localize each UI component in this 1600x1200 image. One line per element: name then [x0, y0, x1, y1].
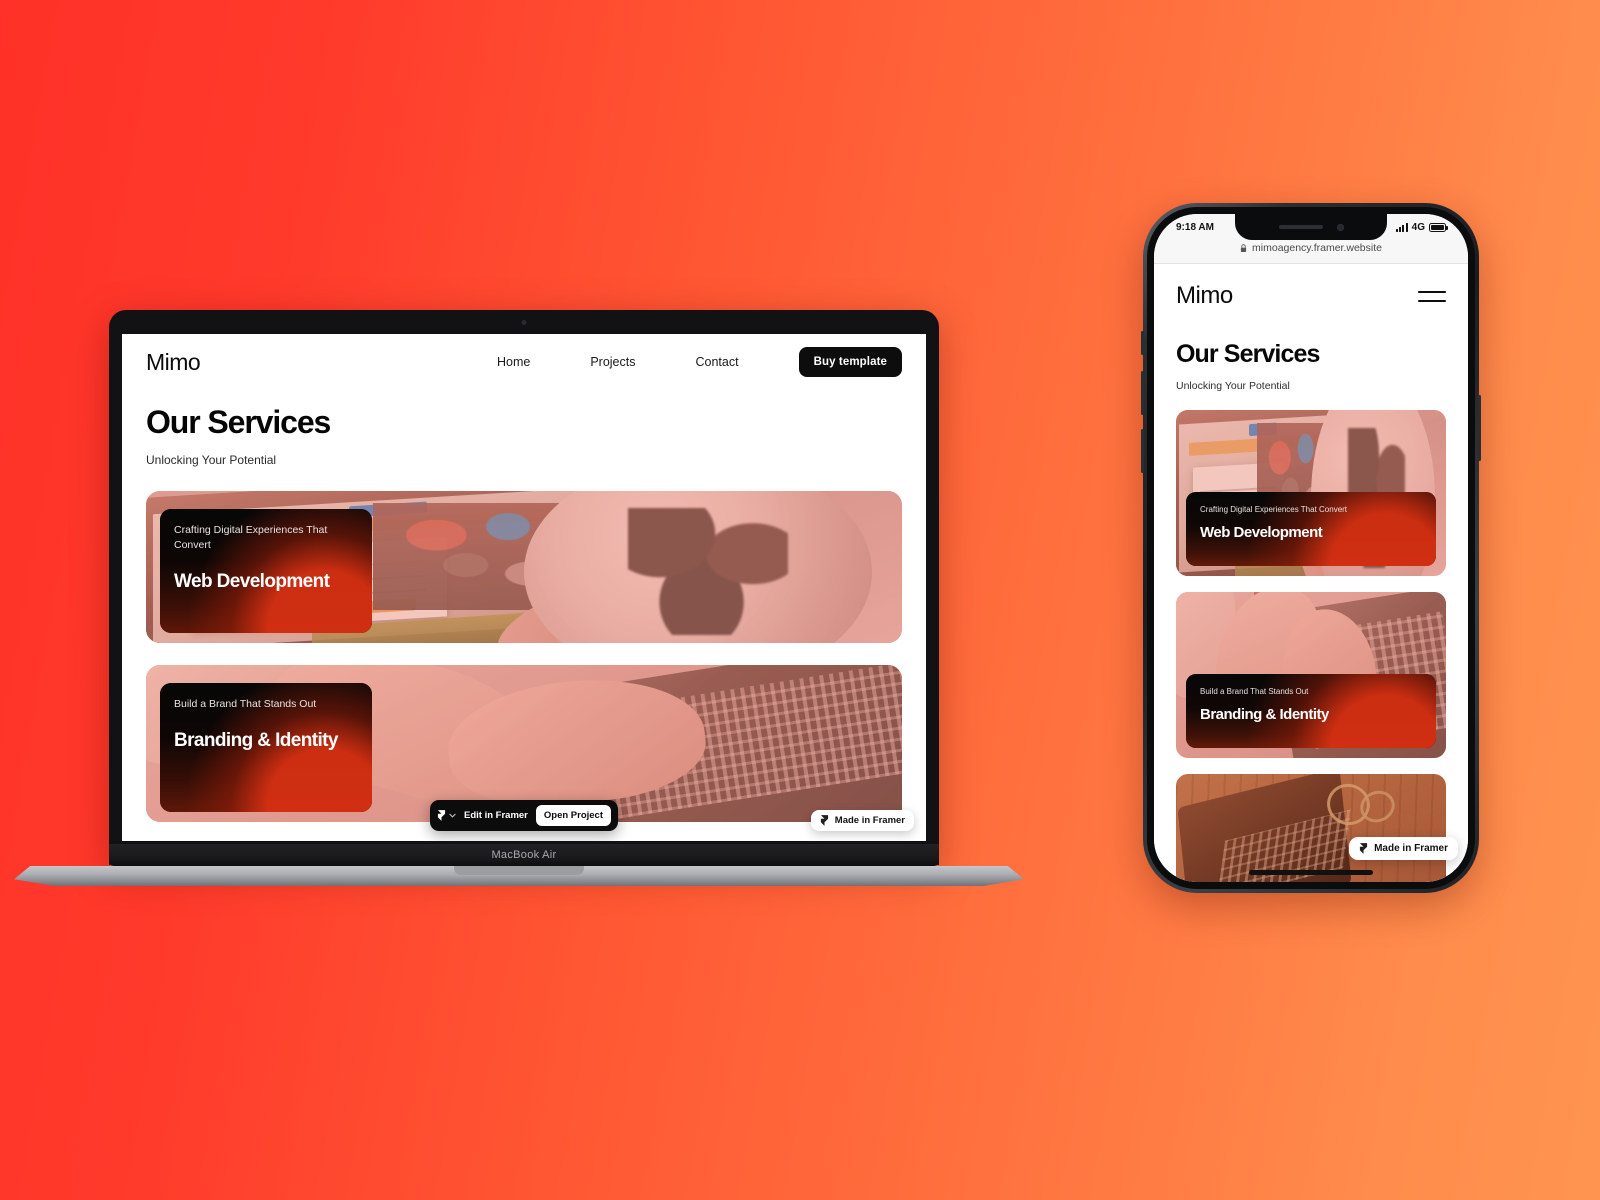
phone-notch [1235, 214, 1387, 240]
service-card-branding-identity[interactable]: Build a Brand That Stands Out Branding &… [146, 665, 902, 822]
nav-item-home[interactable]: Home [497, 355, 530, 369]
mobile-page-header: Our Services Unlocking Your Potential [1154, 310, 1468, 392]
card-overlay: Crafting Digital Experiences That Conver… [1186, 492, 1436, 566]
framer-logo-group[interactable] [437, 810, 456, 821]
card-overlay: Crafting Digital Experiences That Conver… [160, 509, 372, 633]
card-eyebrow: Build a Brand That Stands Out [1200, 687, 1309, 696]
network-type-label: 4G [1411, 221, 1425, 233]
mobile-navbar: Mimo [1154, 264, 1468, 310]
nav-item-contact[interactable]: Contact [695, 355, 738, 369]
page-title: Our Services [146, 404, 331, 440]
mobile-website: Mimo Our Services Unlocking Your Potenti… [1154, 264, 1468, 882]
framer-logo-icon [1359, 843, 1368, 854]
service-card-web-development[interactable]: Crafting Digital Experiences That Conver… [1176, 410, 1446, 576]
phone-screen: 9:18 AM 4G mimoagency.framer.website Mim… [1154, 214, 1468, 882]
nav-links: Home Projects Contact Buy template [497, 347, 902, 377]
edit-in-framer-label[interactable]: Edit in Framer [464, 810, 528, 821]
card-overlay: Build a Brand That Stands Out Branding &… [1186, 674, 1436, 748]
site-logo[interactable]: Mimo [1176, 282, 1233, 310]
framer-logo-icon [437, 810, 446, 821]
made-in-framer-label: Made in Framer [1374, 843, 1448, 854]
volume-down-button[interactable] [1141, 429, 1144, 473]
framer-logo-icon [820, 815, 828, 826]
mute-switch[interactable] [1141, 331, 1144, 355]
macbook-air-mockup: Mimo Home Projects Contact Buy template … [14, 310, 1024, 886]
power-button[interactable] [1478, 395, 1481, 461]
browser-url-bar[interactable]: mimoagency.framer.website [1154, 240, 1468, 264]
service-card-branding-identity[interactable]: Build a Brand That Stands Out Branding &… [1176, 592, 1446, 758]
status-time: 9:18 AM [1176, 221, 1214, 233]
page-header: Our Services Unlocking Your Potential [122, 390, 926, 467]
made-in-framer-label: Made in Framer [834, 815, 905, 826]
home-indicator[interactable] [1249, 870, 1373, 875]
site-logo[interactable]: Mimo [146, 349, 201, 376]
iphone-mockup: 9:18 AM 4G mimoagency.framer.website Mim… [1141, 203, 1481, 893]
device-model-label: MacBook Air [491, 849, 557, 861]
services-list: Crafting Digital Experiences That Conver… [122, 467, 926, 822]
card-eyebrow: Build a Brand That Stands Out [174, 698, 317, 710]
card-eyebrow: Crafting Digital Experiences That Conver… [1200, 505, 1348, 514]
card-title: Branding & Identity [1200, 706, 1329, 723]
laptop-screen: Mimo Home Projects Contact Buy template … [122, 334, 926, 841]
desktop-website: Mimo Home Projects Contact Buy template … [122, 334, 926, 841]
made-in-framer-badge[interactable]: Made in Framer [1349, 837, 1458, 860]
site-navbar: Mimo Home Projects Contact Buy template [122, 334, 926, 390]
laptop-lid: Mimo Home Projects Contact Buy template … [109, 310, 939, 865]
lock-icon [1240, 243, 1247, 252]
card-title: Branding & Identity [174, 730, 338, 752]
hamburger-menu-icon[interactable] [1418, 290, 1446, 302]
page-subtitle: Unlocking Your Potential [1176, 380, 1290, 392]
framer-edit-toolbar[interactable]: Edit in Framer Open Project [430, 800, 618, 831]
chevron-down-icon [449, 813, 456, 818]
page-title: Our Services [1176, 340, 1320, 368]
battery-icon [1429, 222, 1448, 232]
webcam-icon [521, 320, 527, 325]
front-camera-icon [1336, 223, 1344, 231]
card-title: Web Development [174, 571, 330, 593]
nav-item-projects[interactable]: Projects [590, 355, 635, 369]
signal-bars-icon [1396, 222, 1408, 232]
card-title: Web Development [1200, 524, 1323, 541]
page-subtitle: Unlocking Your Potential [146, 453, 277, 467]
service-card-partial[interactable] [1176, 774, 1446, 882]
mobile-services-list: Crafting Digital Experiences That Conver… [1154, 392, 1468, 882]
card-overlay: Build a Brand That Stands Out Branding &… [160, 683, 372, 812]
volume-up-button[interactable] [1141, 371, 1144, 415]
made-in-framer-badge[interactable]: Made in Framer [810, 810, 914, 831]
url-text: mimoagency.framer.website [1252, 242, 1382, 254]
card-eyebrow: Crafting Digital Experiences That Conver… [174, 524, 328, 552]
laptop-chin: MacBook Air [109, 844, 939, 866]
laptop-base-notch [454, 866, 584, 875]
status-indicators: 4G [1396, 221, 1448, 233]
open-project-button[interactable]: Open Project [535, 805, 611, 826]
service-card-web-development[interactable]: Crafting Digital Experiences That Conver… [146, 491, 902, 643]
earpiece-speaker-icon [1278, 225, 1323, 229]
buy-template-button[interactable]: Buy template [798, 347, 902, 377]
card-photo-wooden-desk [1176, 774, 1446, 882]
